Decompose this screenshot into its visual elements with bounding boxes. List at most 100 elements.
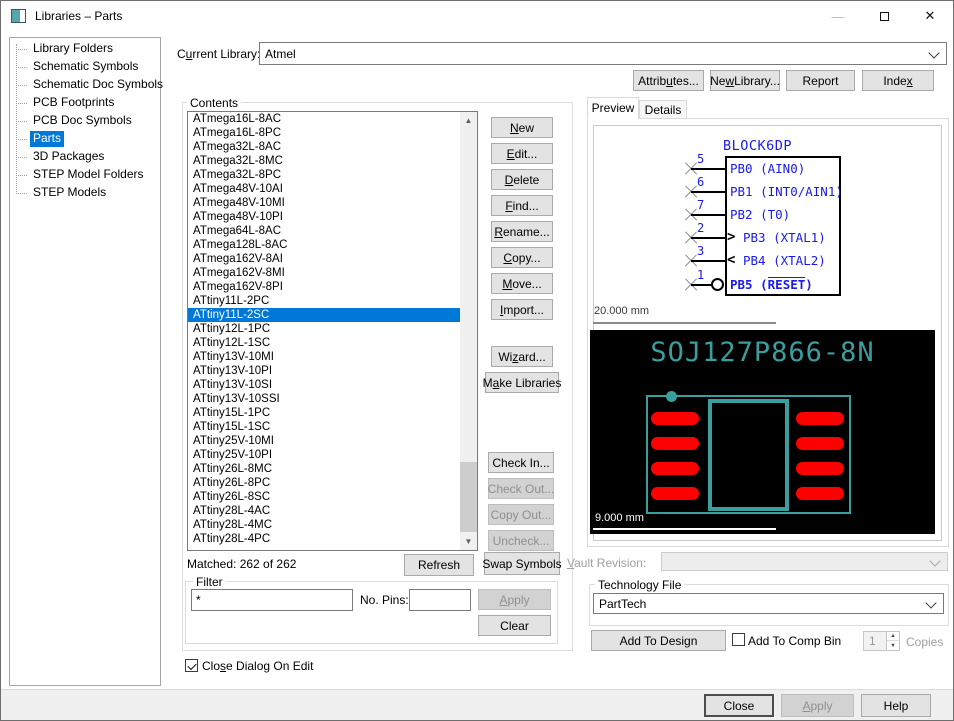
list-item[interactable]: ATmega32L-8PC: [188, 168, 460, 182]
new-button[interactable]: New: [491, 117, 553, 138]
list-item[interactable]: ATtiny13V-10MI: [188, 350, 460, 364]
list-item[interactable]: ATmega32L-8MC: [188, 154, 460, 168]
list-item[interactable]: ATtiny15L-1SC: [188, 420, 460, 434]
sidebar-item-pcb-footprints[interactable]: PCB Footprints: [10, 94, 160, 112]
copies-stepper[interactable]: 1 ▲ ▼: [863, 631, 900, 651]
filter-apply-button[interactable]: Apply: [478, 589, 551, 610]
tab-details[interactable]: Details: [639, 100, 687, 119]
chevron-down-icon: [925, 597, 936, 608]
import-button[interactable]: Import...: [491, 299, 553, 320]
filter-pattern-input[interactable]: *: [191, 589, 353, 611]
list-item[interactable]: ATmega16L-8AC: [188, 112, 460, 126]
technology-combo[interactable]: PartTech: [593, 593, 944, 614]
pin-invert-bubble-icon: [711, 278, 724, 291]
list-item[interactable]: ATtiny15L-1PC: [188, 406, 460, 420]
rename-button[interactable]: Rename...: [491, 221, 553, 242]
sidebar-item-label: STEP Model Folders: [30, 167, 147, 183]
list-item[interactable]: ATtiny26L-8PC: [188, 476, 460, 490]
scroll-up-icon[interactable]: ▲: [460, 112, 477, 129]
list-item[interactable]: ATtiny13V-10SI: [188, 378, 460, 392]
clock-marker-icon: <: [727, 252, 735, 268]
index-button[interactable]: Index: [862, 70, 934, 91]
refresh-button[interactable]: Refresh: [404, 554, 474, 576]
stepper-down-icon[interactable]: ▼: [887, 641, 899, 650]
list-item[interactable]: ATtiny26L-8SC: [188, 490, 460, 504]
report-button[interactable]: Report: [786, 70, 855, 91]
delete-button[interactable]: Delete: [491, 169, 553, 190]
wizard-button[interactable]: Wizard...: [491, 346, 553, 367]
apply-button[interactable]: Apply: [781, 694, 854, 717]
add-to-comp-bin-label: Add To Comp Bin: [748, 634, 841, 648]
filter-clear-button[interactable]: Clear: [478, 615, 551, 636]
list-item[interactable]: ATmega128L-8AC: [188, 238, 460, 252]
list-item[interactable]: ATtiny25V-10MI: [188, 434, 460, 448]
titlebar: Libraries – Parts — ✕: [1, 1, 953, 31]
check-out-button[interactable]: Check Out...: [488, 478, 554, 499]
swap-symbols-button[interactable]: Swap Symbols: [484, 552, 560, 575]
list-item[interactable]: ATtiny11L-2SC: [188, 308, 460, 322]
list-item[interactable]: ATtiny11L-2PC: [188, 294, 460, 308]
list-item[interactable]: ATtiny28L-4PC: [188, 532, 460, 546]
sidebar-item-parts[interactable]: Parts: [10, 130, 160, 148]
add-to-comp-bin-checkbox[interactable]: [732, 633, 745, 646]
technology-value: PartTech: [599, 597, 646, 611]
edit-button[interactable]: Edit...: [491, 143, 553, 164]
footprint-scale-label: 9.000 mm: [595, 512, 644, 524]
copy-button[interactable]: Copy...: [491, 247, 553, 268]
sidebar-item-schematic-symbols[interactable]: Schematic Symbols: [10, 58, 160, 76]
current-library-combo[interactable]: Atmel: [259, 42, 947, 65]
list-item[interactable]: ATtiny13V-10PI: [188, 364, 460, 378]
list-scrollbar[interactable]: ▲ ▼: [460, 112, 477, 550]
no-pins-input[interactable]: [409, 589, 471, 611]
scroll-down-icon[interactable]: ▼: [460, 533, 477, 550]
sidebar-item-step-models[interactable]: STEP Models: [10, 184, 160, 202]
list-item[interactable]: ATmega162V-8PI: [188, 280, 460, 294]
titlebar-close-button[interactable]: ✕: [907, 1, 953, 31]
list-item[interactable]: ATmega48V-10AI: [188, 182, 460, 196]
sidebar-item-step-model-folders[interactable]: STEP Model Folders: [10, 166, 160, 184]
check-in-button[interactable]: Check In...: [488, 452, 554, 473]
sidebar-item-library-folders[interactable]: Library Folders: [10, 40, 160, 58]
make-libraries-button[interactable]: Make Libraries: [485, 372, 559, 393]
contents-list[interactable]: ATmega16L-8ACATmega16L-8PCATmega32L-8ACA…: [187, 111, 478, 551]
sidebar-item-pcb-doc-symbols[interactable]: PCB Doc Symbols: [10, 112, 160, 130]
maximize-button[interactable]: [861, 1, 907, 31]
move-button[interactable]: Move...: [491, 273, 553, 294]
copy-out-button[interactable]: Copy Out...: [488, 504, 554, 525]
list-item[interactable]: ATtiny25V-10PI: [188, 448, 460, 462]
close-icon: ✕: [925, 8, 936, 24]
list-item[interactable]: ATtiny12L-1PC: [188, 322, 460, 336]
list-item[interactable]: ATtiny13V-10SSI: [188, 392, 460, 406]
list-item[interactable]: ATmega32L-8AC: [188, 140, 460, 154]
library-tree: Library FoldersSchematic SymbolsSchemati…: [9, 37, 161, 686]
stepper-up-icon[interactable]: ▲: [887, 632, 899, 641]
sidebar-item-schematic-doc-symbols[interactable]: Schematic Doc Symbols: [10, 76, 160, 94]
sidebar-item-label: PCB Doc Symbols: [30, 113, 135, 129]
sidebar-item-3d-packages[interactable]: 3D Packages: [10, 148, 160, 166]
help-button[interactable]: Help: [861, 694, 931, 717]
minimize-button[interactable]: —: [815, 1, 861, 31]
new-library-button[interactable]: New Library...: [710, 70, 780, 91]
list-item[interactable]: ATmega162V-8MI: [188, 266, 460, 280]
current-library-label: Current Library:: [177, 47, 260, 61]
close-button[interactable]: Close: [704, 694, 774, 717]
list-item[interactable]: ATmega48V-10MI: [188, 196, 460, 210]
footprint-scale-bar: [593, 528, 776, 530]
list-item[interactable]: ATmega64L-8AC: [188, 224, 460, 238]
list-item[interactable]: ATtiny28L-4AC: [188, 504, 460, 518]
list-item[interactable]: ATtiny26L-8MC: [188, 462, 460, 476]
uncheck-button[interactable]: Uncheck...: [488, 530, 554, 551]
list-item[interactable]: ATmega162V-8AI: [188, 252, 460, 266]
close-dialog-checkbox[interactable]: [185, 659, 198, 672]
attributes-button[interactable]: Attributes...: [633, 70, 704, 91]
footprint-name: SOJ127P866-8N: [590, 337, 935, 368]
tab-preview[interactable]: Preview: [587, 97, 639, 119]
find-button[interactable]: Find...: [491, 195, 553, 216]
list-item[interactable]: ATmega48V-10PI: [188, 210, 460, 224]
add-to-design-button[interactable]: Add To Design: [591, 630, 726, 651]
list-item[interactable]: ATtiny12L-1SC: [188, 336, 460, 350]
pad-left: [651, 487, 699, 500]
list-item[interactable]: ATmega16L-8PC: [188, 126, 460, 140]
scroll-thumb[interactable]: [460, 462, 477, 532]
list-item[interactable]: ATtiny28L-4MC: [188, 518, 460, 532]
